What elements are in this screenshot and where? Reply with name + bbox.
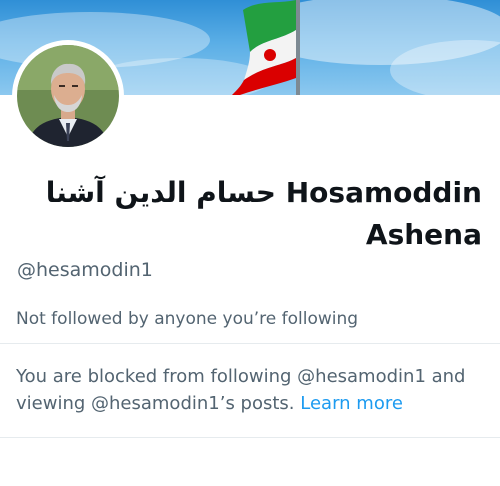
display-name: حسام الدين آشنا Hosamoddin Ashena xyxy=(22,172,482,256)
followed-by-note: Not followed by anyone you’re following xyxy=(16,309,359,329)
divider xyxy=(0,437,500,438)
display-name-line2: Ashena xyxy=(365,218,482,251)
display-name-line1: حسام الدين آشنا Hosamoddin xyxy=(45,176,482,209)
learn-more-link[interactable]: Learn more xyxy=(300,393,403,414)
blocked-notice: You are blocked from following @hesamodi… xyxy=(16,363,490,417)
divider xyxy=(0,343,500,344)
profile-photo-icon xyxy=(17,45,119,147)
avatar[interactable] xyxy=(12,40,124,152)
profile-handle: @hesamodin1 xyxy=(17,259,153,281)
